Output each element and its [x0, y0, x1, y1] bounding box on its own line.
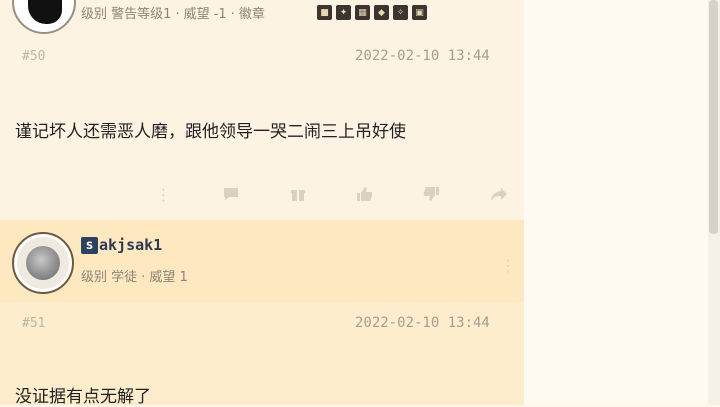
post-time: 2022-02-10 13:44 — [355, 48, 490, 64]
gift-icon[interactable] — [264, 182, 331, 206]
level-label: 级别 — [81, 7, 108, 22]
scrollbar-thumb[interactable] — [709, 0, 718, 234]
avatar-image — [28, 0, 62, 24]
username-initial: s — [81, 236, 98, 254]
post-51: s akjsak1 级别 学徒 · 威望 1 ⋮ #51 2022-02-10 13… — [0, 220, 524, 407]
medal-badge-icon[interactable]: ▦ — [355, 5, 370, 20]
floor-number[interactable]: #51 — [22, 316, 45, 331]
level-label: 级别 — [81, 270, 108, 285]
more-options-icon[interactable]: ⋮ — [500, 256, 516, 275]
medal-label: 徽章 — [238, 7, 265, 22]
post-header — [0, 220, 524, 302]
user-meta: 级别 学徒 · 威望 1 — [81, 270, 188, 285]
prestige: 威望 1 — [149, 270, 188, 285]
avatar-image — [26, 246, 60, 280]
medal-badge-icon[interactable]: ■ — [317, 5, 332, 20]
post-time: 2022-02-10 13:44 — [355, 315, 490, 331]
share-icon[interactable] — [465, 182, 532, 206]
user-meta: 级别 警告等级1 · 威望 -1 · 徽章 — [81, 7, 265, 22]
avatar[interactable] — [12, 0, 76, 34]
medal-badge-icon[interactable]: ◆ — [374, 5, 389, 20]
medal-badge-icon[interactable]: ▣ — [412, 5, 427, 20]
level-value: 警告等级1 — [111, 7, 172, 22]
prestige: 威望 -1 — [183, 7, 227, 22]
username-text: akjsak1 — [99, 236, 163, 254]
post-content: 没证据有点无解了 — [15, 387, 151, 407]
level-value: 学徒 — [111, 270, 138, 285]
post-actions: ⋮ — [130, 182, 532, 206]
thumbs-down-icon[interactable] — [398, 182, 465, 206]
medal-badge-icon[interactable]: ✦ — [336, 5, 351, 20]
thumbs-up-icon[interactable] — [331, 182, 398, 206]
post-50: 级别 警告等级1 · 威望 -1 · 徽章 ■ ✦ ▦ ◆ ✧ ▣ #50 2022-0… — [0, 0, 524, 220]
thread-main: 级别 警告等级1 · 威望 -1 · 徽章 ■ ✦ ▦ ◆ ✧ ▣ #50 2022-0… — [0, 0, 524, 407]
right-sidebar — [524, 0, 708, 405]
comment-icon[interactable] — [197, 182, 264, 206]
more-icon[interactable]: ⋮ — [130, 182, 197, 206]
floor-number[interactable]: #50 — [22, 49, 45, 64]
avatar[interactable] — [12, 232, 74, 294]
medal-badges: ■ ✦ ▦ ◆ ✧ ▣ — [317, 5, 427, 20]
medal-badge-icon[interactable]: ✧ — [393, 5, 408, 20]
username[interactable]: s akjsak1 — [81, 236, 162, 254]
post-content: 谨记坏人还需恶人磨，跟他领导一哭二闹三上吊好使 — [15, 122, 406, 142]
